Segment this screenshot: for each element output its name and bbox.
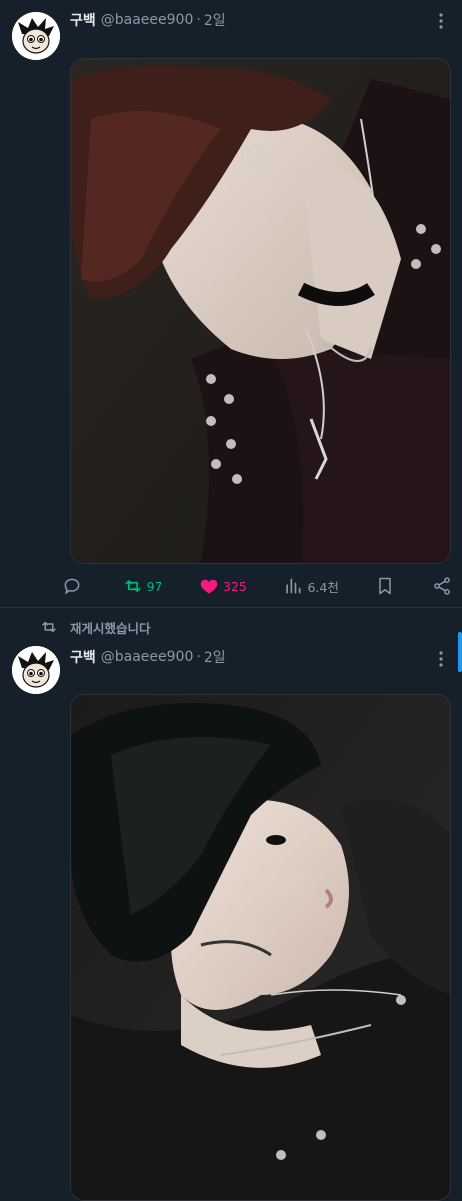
tweet-actions: 97 325 6.4천 xyxy=(62,571,452,601)
more-vertical-icon xyxy=(439,651,443,667)
illustration-image xyxy=(71,695,450,1200)
author-name[interactable]: 구백 xyxy=(70,10,96,30)
retweet-icon xyxy=(125,580,141,592)
avatar[interactable] xyxy=(12,646,60,694)
repost-indicator: 재게시했습니다 xyxy=(40,617,151,637)
tweet-header: 구백 @baaeee900 · 2일 xyxy=(70,9,226,31)
repost-label: 재게시했습니다 xyxy=(70,620,151,636)
separator: · xyxy=(196,12,201,28)
illustration-image xyxy=(71,59,450,563)
reply-icon xyxy=(64,578,80,595)
retweet-count: 97 xyxy=(146,578,163,594)
share-icon xyxy=(434,577,450,595)
retweet-button[interactable]: 97 xyxy=(123,576,163,596)
views-count: 6.4천 xyxy=(307,579,339,595)
like-count: 325 xyxy=(223,578,247,594)
timestamp[interactable]: 2일 xyxy=(204,647,226,667)
bookmark-button[interactable] xyxy=(375,576,395,596)
more-vertical-icon xyxy=(439,13,443,29)
tweet-media-image[interactable] xyxy=(70,694,451,1201)
more-button[interactable] xyxy=(430,648,452,670)
views-button[interactable]: 6.4천 xyxy=(283,576,339,596)
views-bar-chart-icon xyxy=(286,578,301,594)
repost-icon xyxy=(42,621,56,633)
heart-filled-icon xyxy=(200,579,218,594)
separator: · xyxy=(196,649,201,665)
author-handle[interactable]: @baaeee900 xyxy=(101,649,194,665)
timestamp[interactable]: 2일 xyxy=(204,10,226,30)
like-button[interactable]: 325 xyxy=(199,576,247,596)
scroll-indicator[interactable] xyxy=(458,632,462,672)
tweet-media-image[interactable] xyxy=(70,58,451,564)
author-name[interactable]: 구백 xyxy=(70,647,96,667)
more-button[interactable] xyxy=(430,10,452,32)
astro-boy-avatar-icon xyxy=(12,12,60,60)
astro-boy-avatar-icon xyxy=(12,646,60,694)
reply-button[interactable] xyxy=(62,576,86,596)
author-handle[interactable]: @baaeee900 xyxy=(101,12,194,28)
tweet-divider xyxy=(0,607,462,608)
tweet-header: 구백 @baaeee900 · 2일 xyxy=(70,646,226,668)
bookmark-icon xyxy=(379,577,392,595)
avatar[interactable] xyxy=(12,12,60,60)
share-button[interactable] xyxy=(432,576,452,596)
